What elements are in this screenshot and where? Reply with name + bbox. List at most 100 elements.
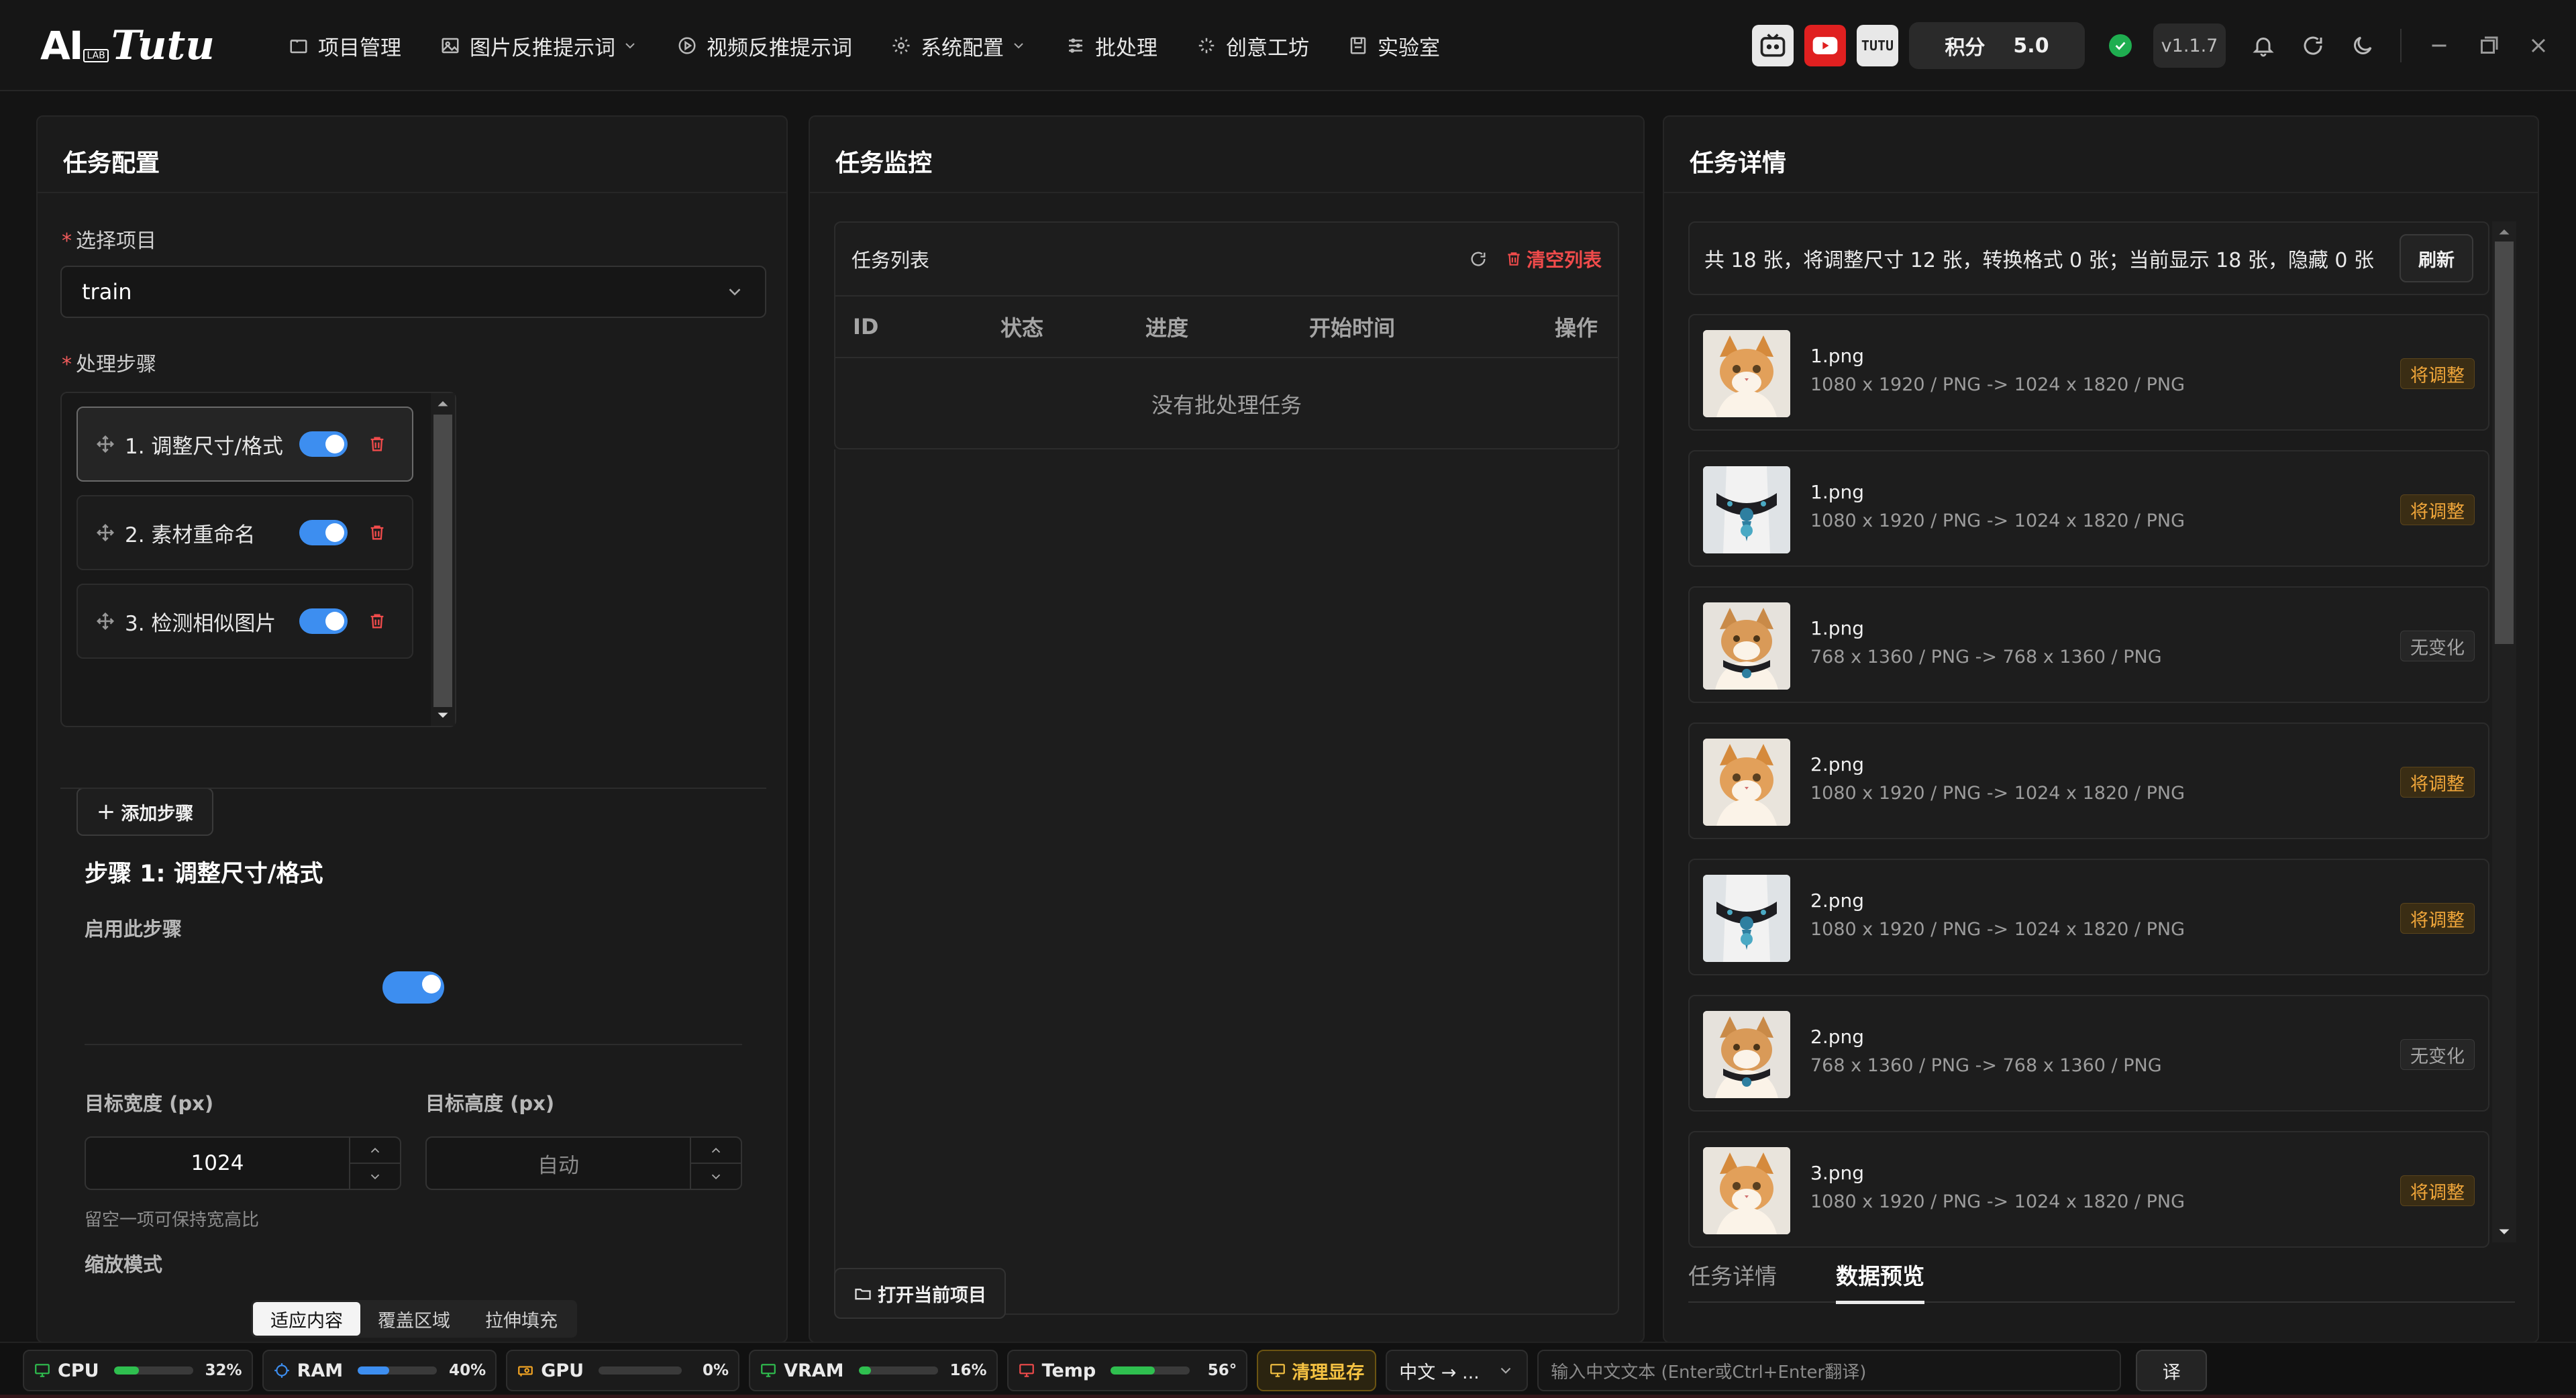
image-row[interactable]: 2.png 1080 x 1920 / PNG -> 1024 x 1820 / … bbox=[1688, 859, 2489, 975]
chip-icon bbox=[274, 1363, 289, 1378]
image-thumbnail[interactable] bbox=[1703, 739, 1790, 826]
nav-label: 实验室 bbox=[1378, 36, 1440, 60]
scroll-up-icon[interactable] bbox=[431, 393, 455, 413]
moon-icon[interactable] bbox=[2351, 34, 2375, 58]
task-list: 任务列表 清空列表 ID 状态 进度 开始时间 操作 没有批处理任务 bbox=[834, 221, 1619, 449]
steps-scrollbar[interactable] bbox=[431, 393, 455, 726]
scroll-up-icon[interactable] bbox=[2492, 221, 2516, 241]
refresh-icon[interactable] bbox=[2301, 34, 2325, 58]
increment-button[interactable] bbox=[350, 1138, 400, 1163]
section-divider bbox=[60, 788, 766, 789]
nav-image-prompt[interactable]: 图片反推提示词 bbox=[440, 31, 638, 61]
scrollbar-thumb[interactable] bbox=[2495, 241, 2514, 644]
stat-cpu: CPU 32% bbox=[23, 1350, 253, 1391]
maximize-icon[interactable] bbox=[2477, 34, 2501, 58]
nav-batch[interactable]: 批处理 bbox=[1066, 31, 1157, 61]
version-badge[interactable]: v1.1.7 bbox=[2153, 23, 2226, 68]
image-row[interactable]: 3.png 1080 x 1920 / PNG -> 1024 x 1820 / … bbox=[1688, 1131, 2489, 1248]
trash-icon[interactable] bbox=[368, 612, 387, 631]
translate-input[interactable]: 输入中文文本 (Enter或Ctrl+Enter翻译) bbox=[1537, 1350, 2122, 1391]
image-row[interactable]: 1.png 1080 x 1920 / PNG -> 1024 x 1820 / … bbox=[1688, 314, 2489, 431]
scale-mode-fit[interactable]: 适应内容 bbox=[253, 1302, 360, 1336]
drag-handle-icon[interactable] bbox=[95, 434, 115, 454]
stat-bar bbox=[858, 1366, 938, 1375]
enable-step-toggle[interactable] bbox=[382, 971, 444, 1004]
col-id: ID bbox=[853, 314, 879, 339]
clear-list-label: 清空列表 bbox=[1526, 249, 1602, 271]
image-meta: 1080 x 1920 / PNG -> 1024 x 1820 / PNG bbox=[1810, 919, 2185, 940]
image-thumbnail[interactable] bbox=[1703, 466, 1790, 553]
increment-button[interactable] bbox=[691, 1138, 741, 1163]
task-list-actions: 清空列表 bbox=[1469, 246, 1602, 272]
image-thumbnail[interactable] bbox=[1703, 330, 1790, 417]
open-project-button[interactable]: 打开当前项目 bbox=[834, 1268, 1006, 1319]
decrement-button[interactable] bbox=[691, 1163, 741, 1189]
step-toggle[interactable] bbox=[299, 431, 348, 457]
refresh-button[interactable]: 刷新 bbox=[2400, 234, 2473, 282]
refresh-icon[interactable] bbox=[1469, 250, 1488, 268]
scale-mode-label: 缩放模式 bbox=[85, 1253, 163, 1276]
image-thumbnail[interactable] bbox=[1703, 1147, 1790, 1234]
image-row[interactable]: 1.png 1080 x 1920 / PNG -> 1024 x 1820 / … bbox=[1688, 450, 2489, 567]
clear-list-button[interactable]: 清空列表 bbox=[1505, 246, 1602, 272]
enable-step-label: 启用此步骤 bbox=[85, 918, 183, 940]
nav-label: 创意工坊 bbox=[1226, 36, 1309, 60]
nav-creative[interactable]: 创意工坊 bbox=[1196, 31, 1309, 61]
tutu-icon[interactable]: TUTU bbox=[1857, 25, 1898, 66]
clear-vram-button[interactable]: 清理显存 bbox=[1257, 1350, 1377, 1391]
project-select[interactable]: train bbox=[60, 266, 766, 318]
tab-data-preview[interactable]: 数据预览 bbox=[1836, 1256, 1924, 1304]
col-progress: 进度 bbox=[1145, 315, 1189, 341]
detail-scrollbar[interactable] bbox=[2492, 221, 2516, 1242]
close-icon[interactable] bbox=[2526, 34, 2551, 58]
image-thumbnail[interactable] bbox=[1703, 1011, 1790, 1098]
nav-video-prompt[interactable]: 视频反推提示词 bbox=[677, 31, 852, 61]
panel-title: 任务监控 bbox=[835, 150, 933, 177]
step-item-resize[interactable]: 1. 调整尺寸/格式 bbox=[76, 407, 413, 482]
app-logo[interactable]: AI LAB Tutu bbox=[40, 20, 215, 71]
drag-handle-icon[interactable] bbox=[95, 523, 115, 543]
bell-icon[interactable] bbox=[2251, 34, 2275, 58]
panel-divider bbox=[1664, 192, 2538, 193]
add-step-button[interactable]: + 添加步骤 bbox=[76, 788, 213, 836]
step-item-similar[interactable]: 3. 检测相似图片 bbox=[76, 584, 413, 659]
image-row[interactable]: 2.png 1080 x 1920 / PNG -> 1024 x 1820 / … bbox=[1688, 722, 2489, 839]
scrollbar-thumb[interactable] bbox=[433, 415, 452, 707]
status-badge: 无变化 bbox=[2400, 631, 2475, 661]
trash-icon[interactable] bbox=[368, 523, 387, 542]
image-row[interactable]: 2.png 768 x 1360 / PNG -> 768 x 1360 / PN… bbox=[1688, 995, 2489, 1112]
chevron-up-icon bbox=[370, 1147, 380, 1152]
scale-mode-cover[interactable]: 覆盖区域 bbox=[360, 1302, 468, 1336]
stat-label: RAM bbox=[297, 1360, 344, 1381]
nav-system-config[interactable]: 系统配置 bbox=[891, 31, 1027, 61]
step-toggle[interactable] bbox=[299, 520, 348, 545]
translate-button[interactable]: 译 bbox=[2136, 1350, 2208, 1391]
stat-bar bbox=[358, 1366, 437, 1375]
decrement-button[interactable] bbox=[350, 1163, 400, 1189]
minimize-icon[interactable] bbox=[2427, 34, 2451, 58]
language-select[interactable]: 中文 → ... bbox=[1386, 1350, 1529, 1391]
image-row[interactable]: 1.png 768 x 1360 / PNG -> 768 x 1360 / PN… bbox=[1688, 586, 2489, 703]
nav-project-manage[interactable]: 项目管理 bbox=[289, 31, 401, 61]
nav-lab[interactable]: 实验室 bbox=[1348, 31, 1440, 61]
step-toggle[interactable] bbox=[299, 608, 348, 634]
bilibili-icon[interactable] bbox=[1752, 25, 1794, 66]
score-display[interactable]: 积分 5.0 bbox=[1909, 22, 2085, 69]
task-list-title: 任务列表 bbox=[852, 249, 930, 272]
scale-mode-stretch[interactable]: 拉伸填充 bbox=[468, 1302, 575, 1336]
trash-icon[interactable] bbox=[368, 435, 387, 453]
image-thumbnail[interactable] bbox=[1703, 602, 1790, 690]
open-project-label: 打开当前项目 bbox=[878, 1285, 986, 1306]
youtube-icon[interactable] bbox=[1804, 25, 1846, 66]
scroll-down-icon[interactable] bbox=[431, 706, 455, 726]
width-input[interactable]: 1024 bbox=[85, 1136, 401, 1190]
step-item-rename[interactable]: 2. 素材重命名 bbox=[76, 495, 413, 570]
scale-mode-segmented: 适应内容 覆盖区域 拉伸填充 bbox=[251, 1300, 577, 1338]
scroll-down-icon[interactable] bbox=[2492, 1222, 2516, 1242]
drag-handle-icon[interactable] bbox=[95, 611, 115, 631]
image-meta: 768 x 1360 / PNG -> 768 x 1360 / PNG bbox=[1810, 1055, 2162, 1076]
image-thumbnail[interactable] bbox=[1703, 875, 1790, 962]
tab-task-detail[interactable]: 任务详情 bbox=[1688, 1256, 1777, 1303]
main-nav: 项目管理 图片反推提示词 视频反推提示词 系统配置 批处理 创意工坊 实验室 bbox=[289, 25, 1479, 66]
height-input[interactable]: 自动 bbox=[425, 1136, 742, 1190]
